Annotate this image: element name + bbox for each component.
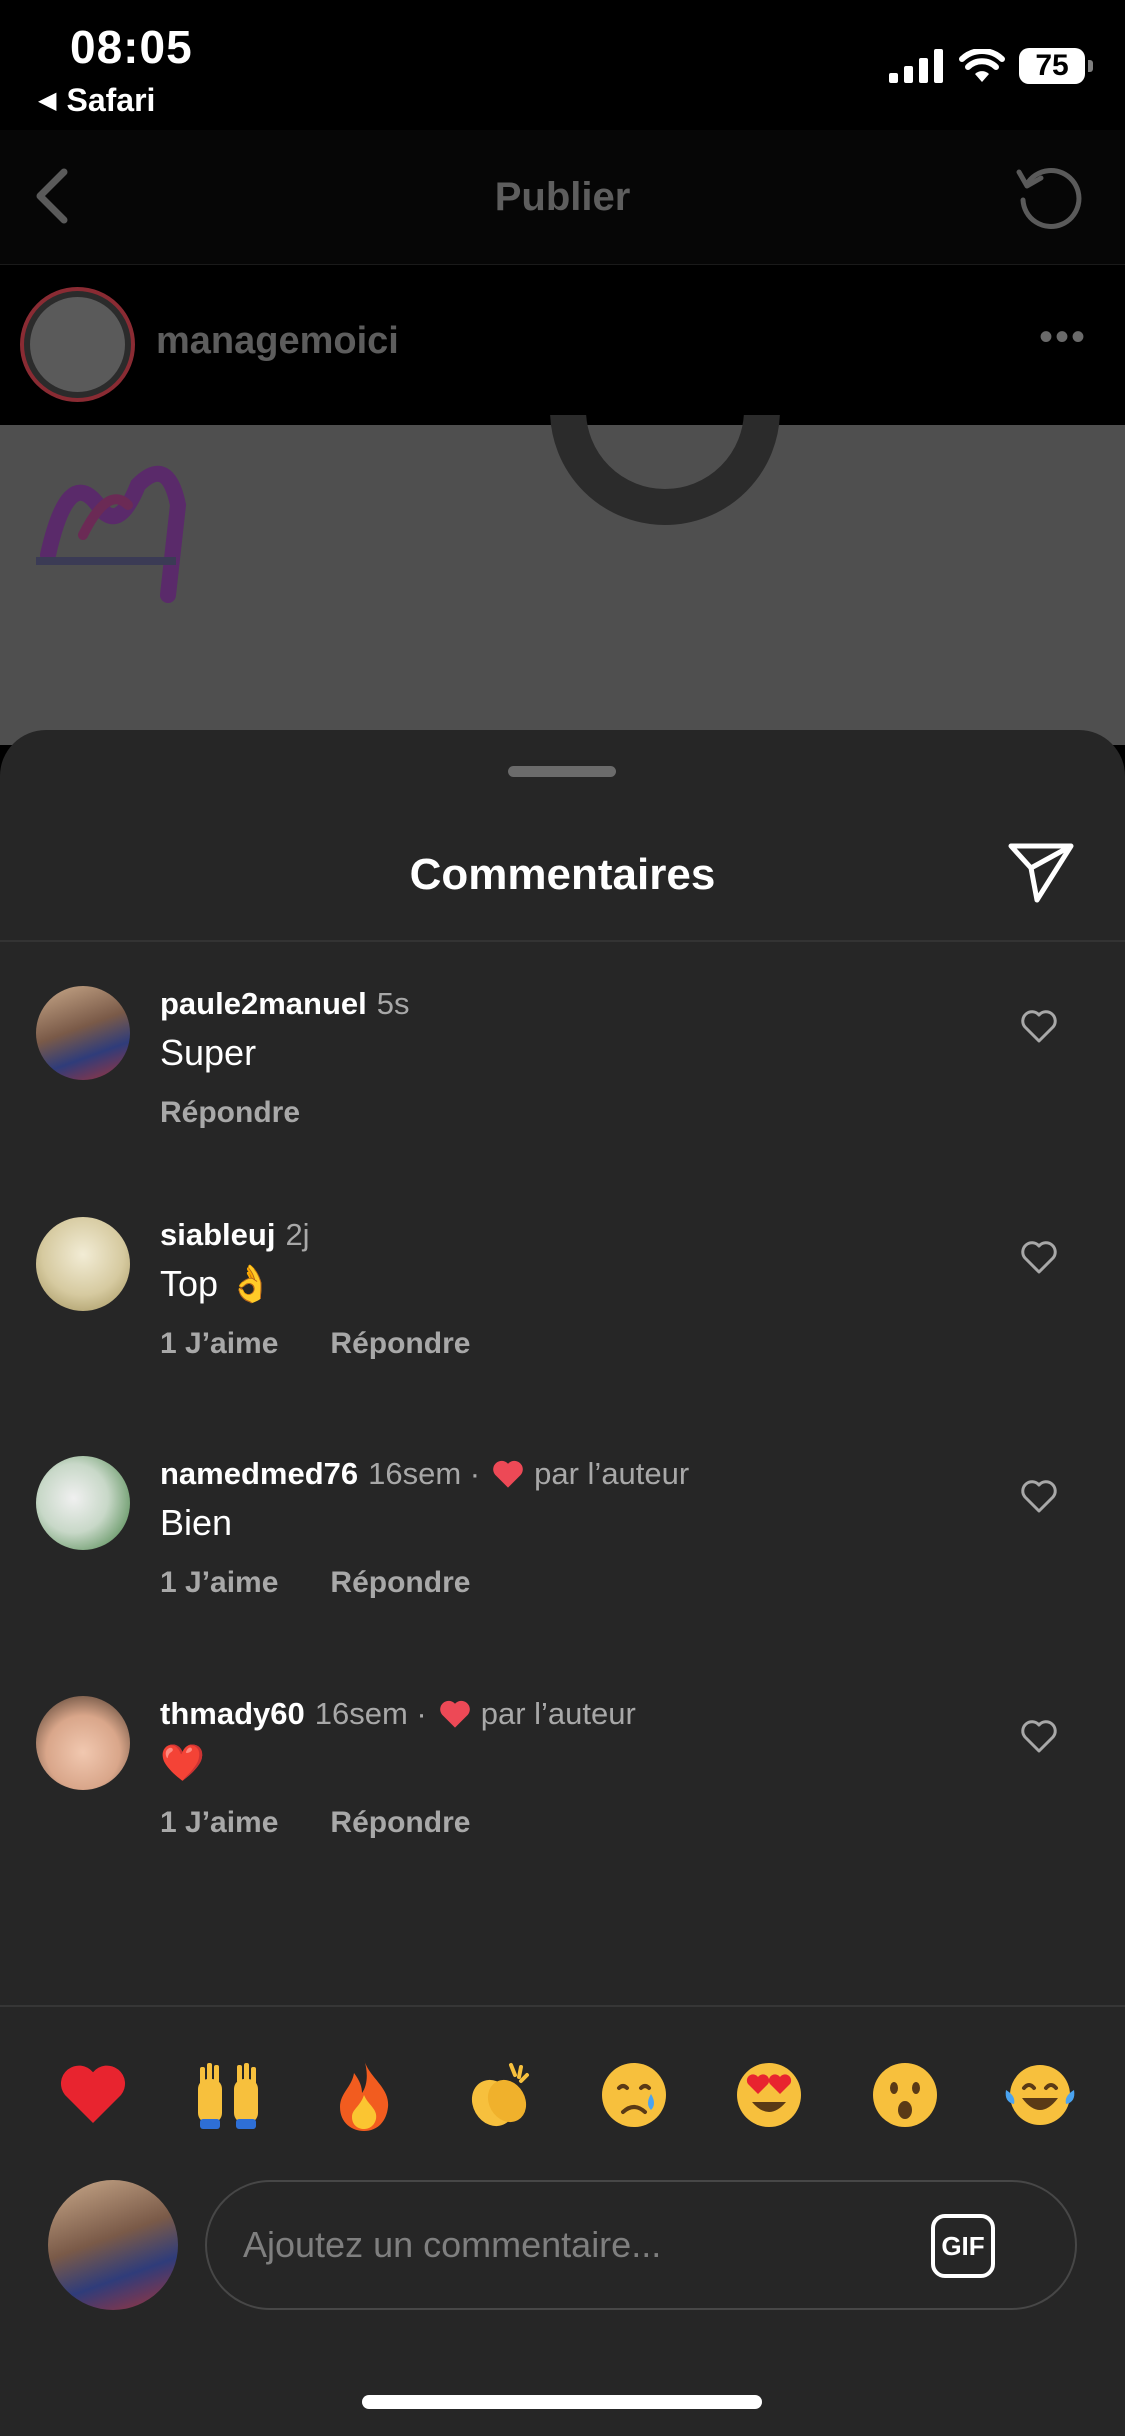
reaction-laughing-button[interactable] (997, 2052, 1083, 2138)
comment-time: 16sem · (314, 1696, 427, 1731)
comment-actions: 1 J’aime Répondre (160, 1806, 470, 1840)
sheet-grabber[interactable] (508, 766, 616, 777)
reaction-crying-button[interactable] (591, 2052, 677, 2138)
home-indicator (362, 2395, 762, 2409)
comment-text: ❤️ (160, 1742, 205, 1783)
comment-username[interactable]: siableuj (160, 1217, 275, 1253)
comment-header: namedmed76 16sem · par l’auteur (160, 1456, 689, 1492)
comment-text: Bien (160, 1502, 233, 1543)
share-send-icon[interactable] (1007, 842, 1075, 904)
commenter-avatar[interactable] (36, 1456, 130, 1550)
likes-count[interactable]: 1 J’aime (160, 1566, 278, 1600)
heart-filled-icon (493, 1460, 523, 1488)
comment-actions: Répondre (160, 1096, 300, 1130)
comment-input[interactable] (243, 2182, 883, 2308)
liked-by-author: par l’auteur (437, 1696, 636, 1732)
liked-by-author: par l’auteur (490, 1456, 689, 1492)
comment-header: thmady60 16sem · par l’auteur (160, 1696, 636, 1732)
comment-username[interactable]: thmady60 (160, 1696, 305, 1732)
comment-header: siableuj 2j (160, 1217, 310, 1253)
clapping-hands-icon (471, 2063, 529, 2127)
reply-button[interactable]: Répondre (330, 1566, 470, 1600)
comment-username[interactable]: paule2manuel (160, 986, 367, 1022)
status-icons: 75 (889, 48, 1093, 84)
comment-time: 5s (376, 986, 410, 1021)
comment-time: 16sem · (368, 1456, 481, 1491)
divider (0, 2005, 1125, 2007)
likes-count[interactable]: 1 J’aime (160, 1806, 278, 1840)
comment-item: namedmed76 16sem · par l’auteur Bien 1 J… (0, 1456, 1125, 1656)
fire-icon (339, 2059, 388, 2131)
comment-actions: 1 J’aime Répondre (160, 1327, 470, 1361)
comment-item: paule2manuel 5s Super Répondre (0, 986, 1125, 1186)
comment-composer: GIF (205, 2180, 1077, 2310)
post-account-row: managemoici ••• (0, 265, 1125, 425)
comment-time: 2j (285, 1217, 310, 1252)
heart-outline-icon[interactable] (1019, 1006, 1059, 1046)
comment-actions: 1 J’aime Répondre (160, 1566, 470, 1600)
account-username[interactable]: managemoici (156, 320, 399, 363)
reply-button[interactable]: Répondre (330, 1327, 470, 1361)
commenter-avatar[interactable] (36, 1696, 130, 1790)
post-image (0, 425, 1125, 745)
cellular-signal-icon (889, 49, 943, 83)
reaction-surprised-button[interactable] (862, 2052, 948, 2138)
reaction-heart-button[interactable] (50, 2052, 136, 2138)
comment-username[interactable]: namedmed76 (160, 1456, 358, 1492)
more-options-icon[interactable]: ••• (1039, 315, 1087, 360)
post-header: Publier (0, 130, 1125, 265)
reaction-fire-button[interactable] (321, 2052, 407, 2138)
current-user-avatar (48, 2180, 178, 2310)
red-heart-icon (60, 2065, 126, 2123)
heart-outline-icon[interactable] (1019, 1476, 1059, 1516)
wifi-icon (959, 49, 1005, 82)
raised-hands-icon (198, 2063, 259, 2129)
reaction-heart-eyes-button[interactable] (726, 2052, 812, 2138)
surprised-face-icon (872, 2063, 937, 2127)
comment-text: Super (160, 1032, 257, 1073)
comment-item: siableuj 2j Top 👌 1 J’aime Répondre (0, 1217, 1125, 1417)
battery-level: 75 (1035, 49, 1069, 82)
liked-by-author-label: par l’auteur (480, 1696, 636, 1731)
comment-item: thmady60 16sem · par l’auteur ❤️ 1 J’aim… (0, 1696, 1125, 1896)
status-bar: 08:05 ◀ Safari 75 (0, 0, 1125, 130)
commenter-avatar[interactable] (36, 986, 130, 1080)
comment-text: Top 👌 (160, 1263, 273, 1304)
sheet-title: Commentaires (409, 850, 716, 899)
heart-outline-icon[interactable] (1019, 1237, 1059, 1277)
account-avatar[interactable] (20, 287, 135, 402)
reaction-raised-hands-button[interactable] (185, 2052, 271, 2138)
reply-button[interactable]: Répondre (330, 1806, 470, 1840)
refresh-icon[interactable] (1013, 160, 1085, 232)
likes-count[interactable]: 1 J’aime (160, 1327, 278, 1361)
gif-button[interactable]: GIF (931, 2214, 995, 2278)
back-app-label: Safari (66, 82, 156, 118)
page-title: Publier (494, 175, 631, 219)
comment-header: paule2manuel 5s (160, 986, 410, 1022)
heart-eyes-icon (737, 2063, 802, 2127)
back-triangle-icon: ◀ (38, 87, 57, 114)
commenter-avatar[interactable] (36, 1217, 130, 1311)
brand-logo (36, 465, 187, 603)
heart-outline-icon[interactable] (1019, 1716, 1059, 1756)
heart-filled-icon (439, 1700, 470, 1728)
battery-icon: 75 (1019, 48, 1093, 84)
crying-face-icon (602, 2063, 667, 2127)
tears-of-joy-icon (1005, 2065, 1075, 2125)
back-to-app-link[interactable]: ◀ Safari (38, 82, 155, 119)
reaction-clap-button[interactable] (456, 2052, 542, 2138)
status-time: 08:05 (70, 21, 193, 73)
comments-sheet: Commentaires paule2manuel 5s Super Répon… (0, 730, 1125, 2436)
liked-by-author-label: par l’auteur (534, 1456, 690, 1491)
quick-reactions-bar (0, 2040, 1125, 2150)
reply-button[interactable]: Répondre (160, 1096, 300, 1130)
divider (0, 940, 1125, 942)
